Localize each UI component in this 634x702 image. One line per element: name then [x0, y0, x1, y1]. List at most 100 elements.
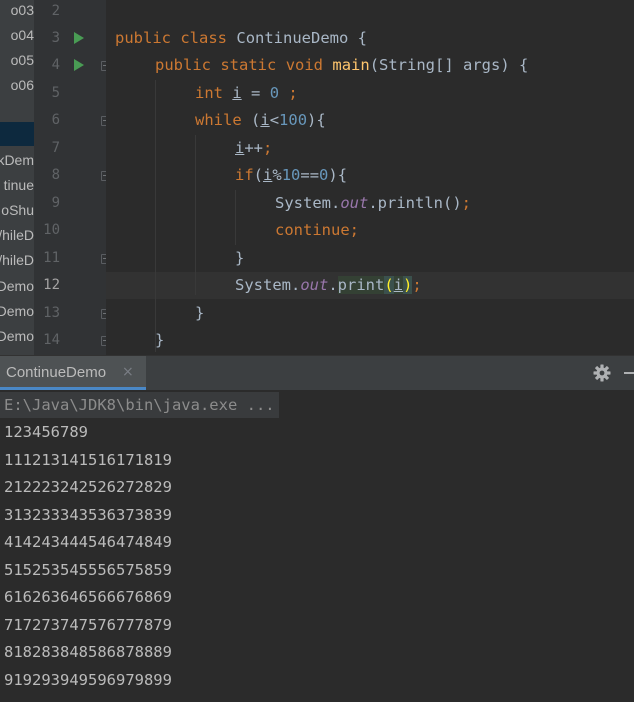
tree-item-label: Demo	[0, 278, 34, 294]
line-number-current: 12	[43, 277, 60, 293]
params-token: (String[] args) {	[369, 56, 529, 74]
tree-item[interactable]: kDem	[0, 150, 34, 170]
tree-item-label: o03	[10, 2, 34, 18]
code-line-14[interactable]: }	[155, 330, 164, 350]
run-tool-window-header: ContinueDemo ×	[0, 355, 634, 390]
tree-item[interactable]: oShu	[0, 200, 34, 220]
run-tab-label: ContinueDemo	[6, 364, 107, 381]
operator-token: =	[241, 84, 270, 102]
tree-item-label: o04	[10, 27, 34, 43]
code-line-13[interactable]: }	[195, 303, 204, 323]
code-line-9[interactable]: System.out.println();	[275, 193, 471, 213]
code-line-6[interactable]: while (i<100){	[195, 110, 326, 130]
line-number: 8	[51, 167, 60, 183]
tree-item-label: /hileD	[0, 252, 34, 268]
tree-item[interactable]: /hileD	[0, 250, 34, 270]
paren-token: ){	[328, 166, 348, 184]
tree-item-label: Demo	[0, 303, 34, 319]
code-line-8[interactable]: if(i%10==0){	[235, 165, 347, 185]
code-line-3[interactable]: public class ContinueDemo {	[115, 28, 367, 48]
console-output-line: 515253545556575859	[4, 561, 172, 579]
code-line-11[interactable]: }	[235, 248, 244, 268]
keyword-token: while	[195, 111, 242, 129]
line-number: 9	[51, 195, 60, 211]
keyword-token: class	[180, 29, 228, 47]
code-line-7[interactable]: i++;	[235, 138, 272, 158]
tree-item[interactable]: Demo	[0, 326, 34, 346]
keyword-token: public	[115, 29, 171, 47]
brace-token: }	[155, 331, 165, 349]
call-token: .println()	[368, 194, 462, 212]
brace-token: {	[348, 29, 368, 47]
brace-token: }	[195, 304, 205, 322]
paren-token: ){	[307, 111, 326, 129]
run-main-icon[interactable]	[74, 59, 84, 71]
console-output-line: 414243444546474849	[4, 533, 172, 551]
code-line-5[interactable]: int i = 0 ;	[195, 83, 298, 103]
code-line-12[interactable]: System.out.print(i);	[235, 275, 422, 295]
tree-selection-highlight	[0, 122, 34, 146]
semicolon-token: ;	[349, 221, 359, 239]
tree-item-label: /hileD	[0, 227, 34, 243]
keyword-token: static	[220, 56, 277, 74]
variable-token: i	[260, 111, 270, 129]
keyword-token: if	[235, 166, 254, 184]
keyword-token: continue	[275, 221, 350, 239]
variable-token: i	[235, 139, 245, 157]
gear-icon[interactable]	[592, 363, 612, 383]
code-line-4[interactable]: public static void main(String[] args) {	[155, 55, 528, 75]
tree-item-label: oShu	[1, 202, 34, 218]
line-number: 7	[51, 140, 60, 156]
tree-item[interactable]: /hileD	[0, 225, 34, 245]
console-output-line: 919293949596979899	[4, 671, 172, 689]
line-number: 4	[51, 57, 60, 73]
tree-item[interactable]: tinue	[0, 175, 34, 195]
keyword-token: public	[155, 56, 211, 74]
code-editor[interactable]	[106, 0, 634, 355]
run-tab[interactable]: ContinueDemo ×	[0, 356, 146, 390]
line-number: 14	[43, 332, 60, 348]
console-output-line: 212223242526272829	[4, 478, 172, 496]
indent-guide	[195, 135, 196, 295]
tree-item[interactable]: o03	[0, 0, 34, 20]
semicolon-token: ;	[412, 276, 422, 294]
brace-token: }	[235, 249, 245, 267]
field-token: out	[340, 194, 369, 212]
semicolon-token: ;	[263, 139, 273, 157]
console-output-line: 616263646566676869	[4, 588, 172, 606]
dot-token: .	[328, 276, 338, 294]
line-number: 13	[43, 305, 60, 321]
tree-item[interactable]: o05	[0, 50, 34, 70]
class-ref-token: System.	[235, 276, 301, 294]
console-output-line: 111213141516171819	[4, 451, 172, 469]
close-icon[interactable]: ×	[122, 364, 134, 380]
field-token: out	[300, 276, 329, 294]
tree-item-label: Demo	[0, 328, 34, 344]
call-token: print	[337, 276, 385, 294]
minimize-icon[interactable]	[624, 372, 634, 374]
code-line-10[interactable]: continue;	[275, 220, 359, 240]
tree-item[interactable]: Demo	[0, 301, 34, 321]
semicolon-token: ;	[461, 194, 471, 212]
console-command-line[interactable]: E:\Java\JDK8\bin\java.exe ...	[0, 392, 279, 418]
paren-match-token: (	[384, 276, 394, 294]
variable-token: i	[263, 166, 273, 184]
operator-token: ++	[244, 139, 264, 157]
tree-item[interactable]: o04	[0, 25, 34, 45]
run-class-icon[interactable]	[74, 32, 84, 44]
class-ref-token: System.	[275, 194, 341, 212]
console-output-line: 313233343536373839	[4, 506, 172, 524]
line-number: 10	[43, 222, 60, 238]
tree-item-label: o06	[10, 77, 34, 93]
tree-item-label: o05	[10, 52, 34, 68]
console-output-line: 818283848586878889	[4, 643, 172, 661]
indent-guide	[235, 190, 236, 245]
variable-token: i	[232, 84, 242, 102]
console-output-line: 717273747576777879	[4, 616, 172, 634]
tree-item[interactable]: o06	[0, 75, 34, 95]
operator-token: %	[272, 166, 282, 184]
number-token: 10	[281, 166, 301, 184]
tree-item[interactable]: Demo	[0, 276, 34, 296]
line-number: 11	[43, 250, 60, 266]
operator-token: ==	[300, 166, 320, 184]
